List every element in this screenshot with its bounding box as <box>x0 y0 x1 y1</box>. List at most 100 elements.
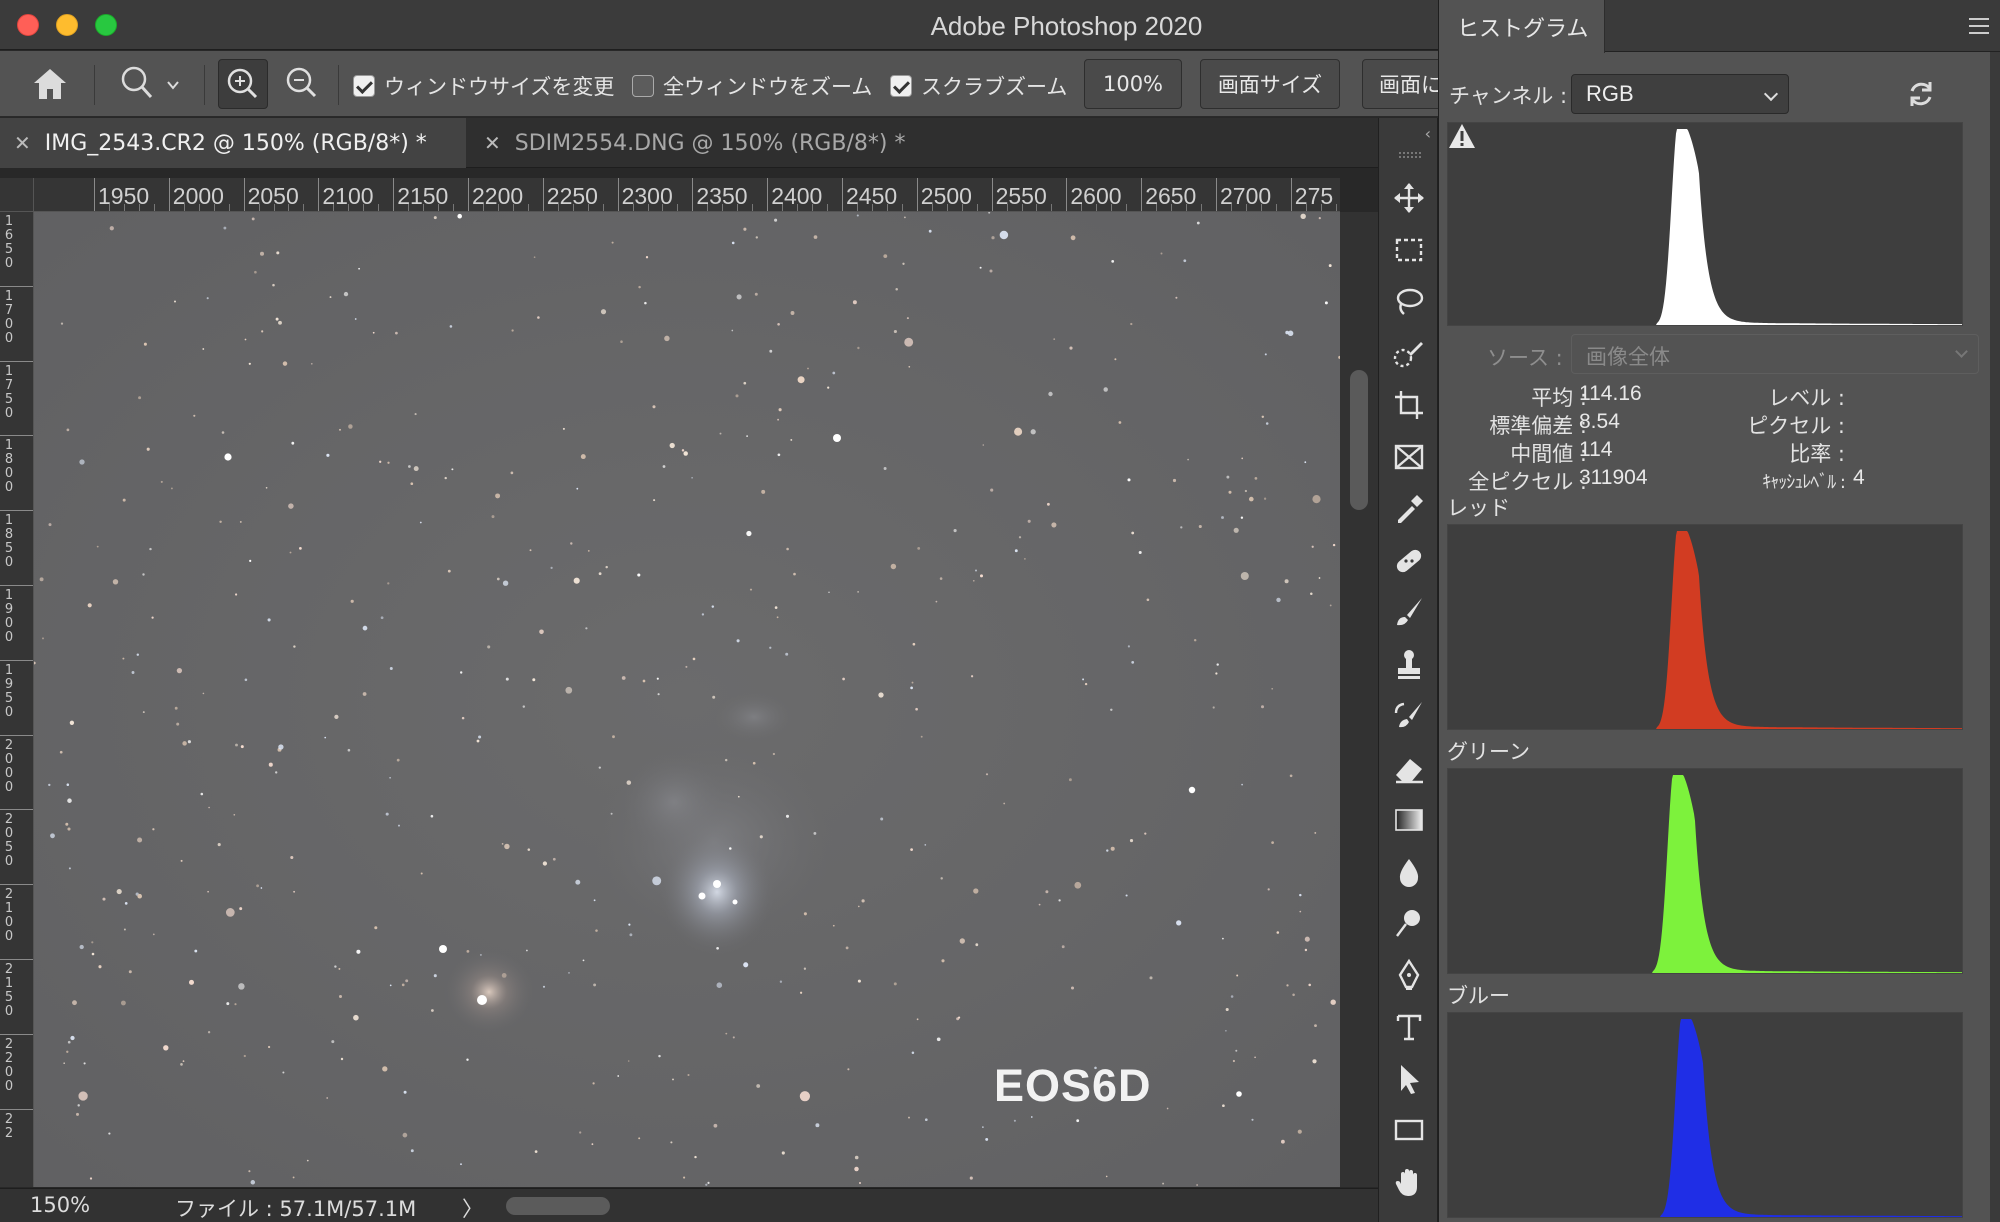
star <box>340 1057 344 1061</box>
star <box>89 1177 93 1180</box>
gradient-tool[interactable] <box>1389 800 1429 840</box>
cache-warning-icon[interactable] <box>1448 123 1476 149</box>
star <box>478 735 482 739</box>
checkbox-checked[interactable] <box>353 75 375 97</box>
status-menu-arrow-icon[interactable]: 〉 <box>462 1193 483 1222</box>
star <box>858 905 860 908</box>
star <box>1084 682 1088 686</box>
tab-histogram[interactable]: ヒストグラム <box>1439 0 1605 53</box>
home-button[interactable] <box>30 65 70 103</box>
checkbox-checked[interactable] <box>890 75 912 97</box>
zoom-out-button[interactable] <box>278 59 328 109</box>
eraser-tool[interactable] <box>1389 748 1429 788</box>
star <box>1330 999 1336 1005</box>
star <box>476 739 480 743</box>
star <box>683 451 688 456</box>
star <box>982 444 985 446</box>
scrollbar-thumb[interactable] <box>1350 370 1368 510</box>
panel-menu-icon[interactable] <box>1969 18 1989 34</box>
star <box>974 569 978 572</box>
pen-tool[interactable] <box>1389 955 1429 995</box>
panel-grip[interactable] <box>1399 152 1421 158</box>
star <box>1286 984 1289 987</box>
histogram-curve <box>1448 1019 1962 1217</box>
close-tab-icon[interactable]: ✕ <box>484 131 501 155</box>
star <box>225 908 235 917</box>
rectangle-tool[interactable] <box>1389 1110 1429 1150</box>
fit-screen-button[interactable]: 画面サイズ <box>1200 59 1340 109</box>
star <box>50 833 55 839</box>
star <box>906 317 909 320</box>
vertical-ruler[interactable]: 1650170017501800185019001950200020502100… <box>0 212 34 1187</box>
zoom-in-button[interactable] <box>218 59 268 109</box>
marquee-tool[interactable] <box>1389 230 1429 270</box>
lasso-tool[interactable] <box>1389 282 1429 322</box>
star <box>331 1040 335 1044</box>
checkbox-unchecked[interactable] <box>632 75 654 97</box>
document-canvas[interactable]: EOS6D <box>34 212 1340 1187</box>
quick-select-tool[interactable] <box>1389 334 1429 374</box>
tab-img-2543[interactable]: ✕ IMG_2543.CR2 @ 150% (RGB/8*) * <box>0 118 466 168</box>
path-select-tool[interactable] <box>1389 1059 1429 1099</box>
ruler-major-tick <box>243 178 245 211</box>
ruler-label-digit: 0 <box>4 779 14 795</box>
ruler-origin[interactable] <box>0 178 34 212</box>
blur-tool[interactable] <box>1389 852 1429 892</box>
refresh-icon[interactable] <box>1905 78 1937 110</box>
tab-sdim2554[interactable]: ✕ SDIM2554.DNG @ 150% (RGB/8*) * <box>470 118 940 168</box>
star <box>928 229 932 233</box>
star <box>593 983 597 987</box>
star <box>973 888 979 894</box>
star <box>692 657 696 661</box>
zoom-tool-preset-picker[interactable] <box>115 64 187 104</box>
star <box>1328 264 1332 268</box>
move-tool[interactable] <box>1389 178 1429 218</box>
star <box>505 677 509 681</box>
eyedropper-tool[interactable] <box>1389 489 1429 529</box>
star <box>1308 983 1311 987</box>
quick-select-icon <box>1393 342 1423 368</box>
actual-pixels-button[interactable]: 100% <box>1084 59 1182 109</box>
star <box>1222 1104 1225 1108</box>
star <box>529 549 532 552</box>
star <box>1162 1182 1165 1185</box>
star <box>638 285 641 289</box>
channel-select[interactable]: RGB <box>1571 74 1789 114</box>
ruler-major-tick <box>94 178 95 211</box>
star <box>350 599 354 603</box>
fill-screen-button[interactable]: 画面に <box>1362 59 1448 109</box>
star <box>979 266 982 269</box>
star <box>895 287 898 291</box>
healing-tool[interactable] <box>1389 541 1429 581</box>
brush-tool[interactable] <box>1389 592 1429 632</box>
dodge-tool[interactable] <box>1389 903 1429 943</box>
vertical-scrollbar[interactable] <box>1340 212 1378 1187</box>
star <box>487 645 491 649</box>
crop-tool[interactable] <box>1389 385 1429 425</box>
star <box>1138 550 1142 555</box>
type-tool[interactable] <box>1389 1007 1429 1047</box>
star <box>122 657 125 660</box>
star <box>1082 678 1085 681</box>
collapse-panel-icon[interactable]: ‹ <box>1425 124 1431 143</box>
star <box>202 692 205 695</box>
star <box>410 482 414 486</box>
history-brush-tool[interactable] <box>1389 696 1429 736</box>
star <box>592 1082 595 1085</box>
frame-tool[interactable] <box>1389 437 1429 477</box>
stamp-tool[interactable] <box>1389 644 1429 684</box>
horizontal-ruler[interactable]: 1950 2000 2050 2100 2150 2200 2250 2300 2350 2400… <box>34 178 1340 212</box>
resize-windows-checkbox[interactable]: ウィンドウサイズを変更 <box>353 71 614 101</box>
stamp-icon <box>1398 650 1420 679</box>
scrubby-zoom-checkbox[interactable]: スクラブズーム <box>890 71 1067 101</box>
hand-tool[interactable] <box>1389 1162 1429 1202</box>
star <box>151 616 154 619</box>
star <box>999 230 1009 240</box>
zoom-level[interactable]: 150% <box>30 1193 90 1217</box>
zoom-all-windows-checkbox[interactable]: 全ウィンドウをズーム <box>632 71 872 101</box>
star <box>1118 421 1122 424</box>
star <box>711 605 715 608</box>
source-select[interactable]: 画像全体 <box>1571 334 1979 374</box>
close-tab-icon[interactable]: ✕ <box>14 131 31 155</box>
horizontal-scrollbar-thumb[interactable] <box>506 1197 610 1215</box>
